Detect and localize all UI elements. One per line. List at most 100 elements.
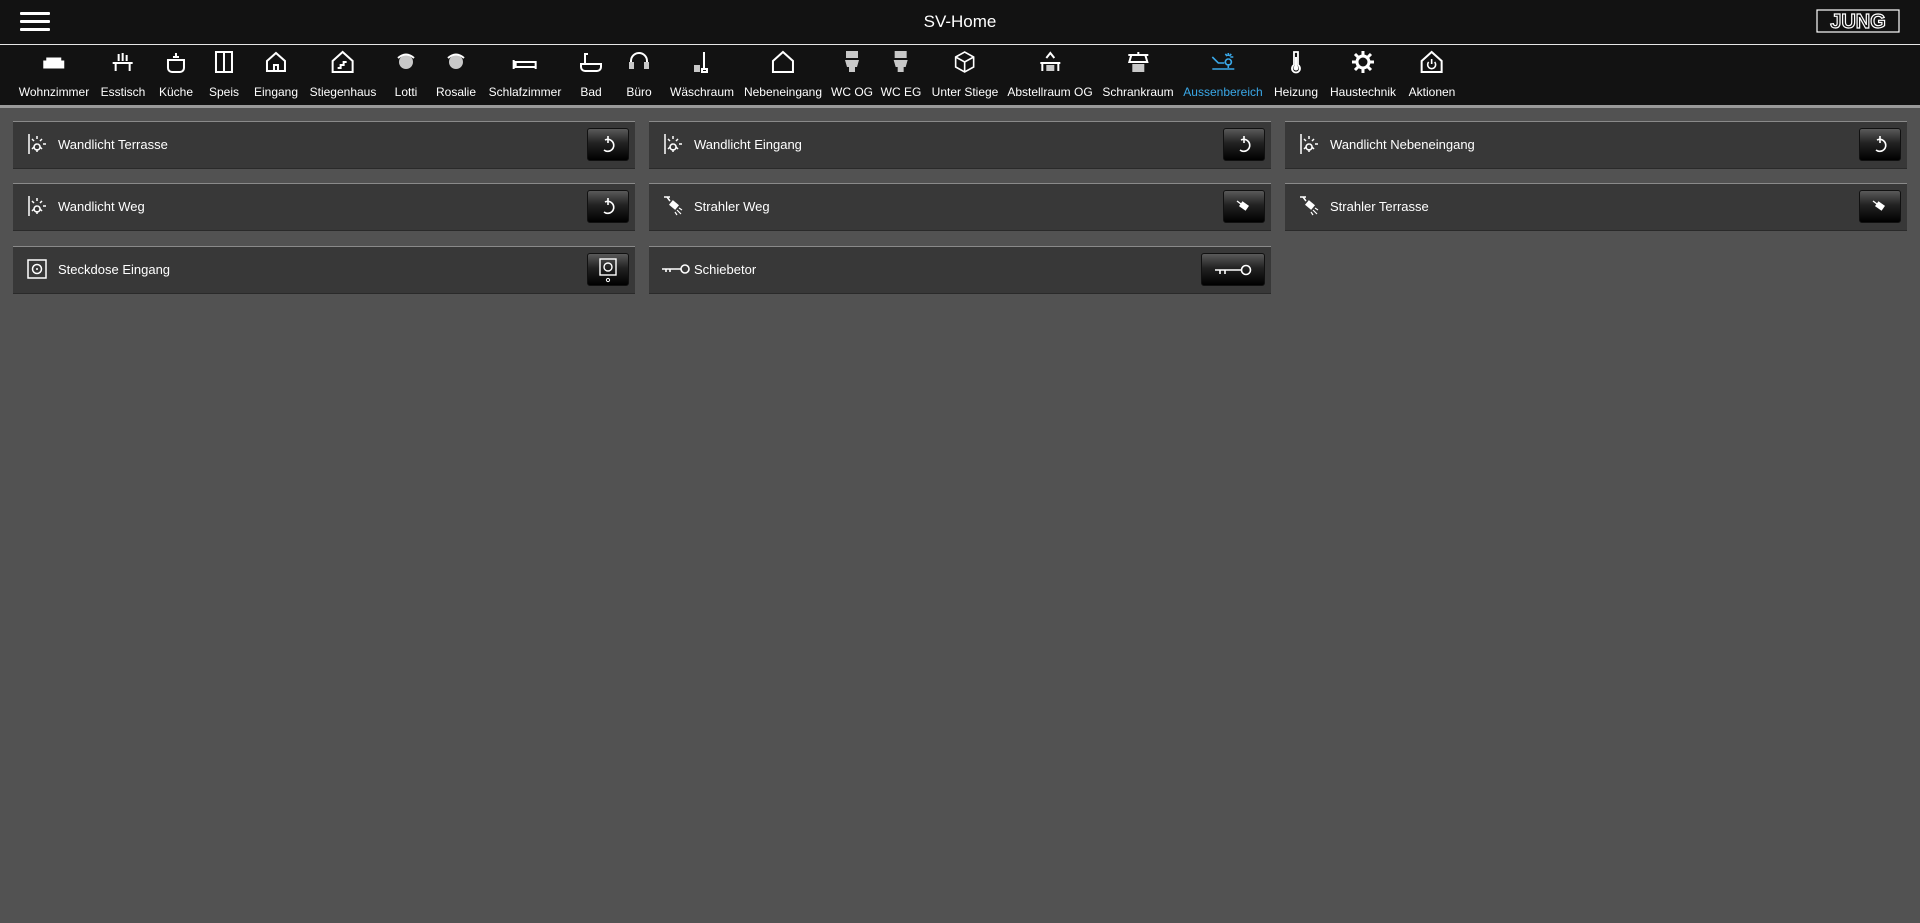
room-tab-unter-stiege[interactable]: Unter Stiege: [931, 45, 999, 105]
room-label: Küche: [158, 85, 194, 99]
nav-divider: [0, 105, 1920, 108]
top-bar: SV-Home JUNG: [0, 0, 1920, 45]
room-tab-wohnzimmer[interactable]: Wohnzimmer: [19, 45, 89, 105]
bathtub-icon: [580, 53, 602, 72]
room-tab-eingang[interactable]: Eingang: [254, 45, 298, 105]
tile-label: Strahler Terrasse: [1330, 199, 1429, 214]
room-tab-abstellraum-og[interactable]: Abstellraum OG: [1007, 45, 1093, 105]
tile-strahler-terrasse[interactable]: Strahler Terrasse: [1285, 183, 1907, 231]
room-label: Wohnzimmer: [18, 85, 90, 99]
room-label: Esstisch: [100, 85, 146, 99]
power-icon: [603, 135, 615, 152]
room-tab-stiegenhaus[interactable]: Stiegenhaus: [309, 45, 377, 105]
tile-label: Wandlicht Eingang: [694, 137, 802, 152]
room-tab-schlafzimmer[interactable]: Schlafzimmer: [488, 45, 562, 105]
svg-text:JUNG: JUNG: [1830, 11, 1886, 33]
room-tab-aktionen[interactable]: Aktionen: [1409, 45, 1455, 105]
room-tab-aussenbereich[interactable]: Aussenbereich: [1183, 45, 1263, 105]
toggle-button[interactable]: [587, 253, 629, 286]
storage-room-icon: [1039, 51, 1060, 71]
headset-icon: [629, 52, 649, 69]
room-label: Haustechnik: [1329, 85, 1397, 99]
room-tab-bad[interactable]: Bad: [578, 45, 604, 105]
socket-icon: [599, 257, 617, 282]
gear-icon: [1351, 51, 1374, 73]
dining-table-icon: [113, 53, 133, 71]
room-navigation: Wohnzimmer Esstisch Küche Speis Eingang …: [0, 45, 1920, 105]
toggle-button[interactable]: [1223, 190, 1265, 223]
wall-light-icon: [664, 134, 682, 154]
power-icon: [603, 197, 615, 214]
spotlight-icon: [1236, 199, 1249, 211]
toggle-button[interactable]: [1223, 128, 1265, 161]
box-icon: [955, 51, 975, 73]
house-icon: [771, 50, 794, 73]
room-label: Aussenbereich: [1183, 85, 1263, 99]
tile-wandlicht-eingang[interactable]: Wandlicht Eingang: [649, 121, 1271, 169]
tile-label: Wandlicht Nebeneingang: [1330, 137, 1475, 152]
wall-light-icon: [28, 134, 46, 154]
room-tab-schrankraum[interactable]: Schrankraum: [1102, 45, 1174, 105]
tile-steckdose-eingang[interactable]: Steckdose Eingang: [13, 246, 635, 294]
wall-light-icon: [28, 196, 46, 216]
room-tab-rosalie[interactable]: Rosalie: [436, 45, 476, 105]
child-face-icon: [397, 53, 415, 69]
room-tab-wc-eg[interactable]: WC EG: [880, 45, 922, 105]
app-title: SV-Home: [923, 12, 997, 31]
room-tab-buero[interactable]: Büro: [626, 45, 652, 105]
room-label: Speis: [208, 85, 240, 99]
tile-wandlicht-weg[interactable]: Wandlicht Weg: [13, 183, 635, 231]
house-stairs-icon: [331, 50, 354, 73]
spotlight-icon: [664, 196, 683, 216]
room-tab-waeschraum[interactable]: Wäschraum: [670, 45, 734, 105]
tile-strahler-weg[interactable]: Strahler Weg: [649, 183, 1271, 231]
room-label: WC EG: [880, 85, 922, 99]
spotlight-icon: [1300, 196, 1319, 216]
room-tab-esstisch[interactable]: Esstisch: [100, 45, 146, 105]
toggle-button[interactable]: [1859, 128, 1901, 161]
gate-button[interactable]: [1201, 253, 1265, 286]
room-tab-heizung[interactable]: Heizung: [1274, 45, 1318, 105]
tile-wandlicht-nebeneingang[interactable]: Wandlicht Nebeneingang: [1285, 121, 1907, 169]
bed-icon: [513, 60, 537, 69]
room-label: Abstellraum OG: [1007, 85, 1093, 99]
toggle-button[interactable]: [587, 190, 629, 223]
spotlight-icon: [1872, 199, 1885, 211]
tile-wandlicht-terrasse[interactable]: Wandlicht Terrasse: [13, 121, 635, 169]
key-icon: [1215, 264, 1252, 275]
tile-schiebetor[interactable]: Schiebetor: [649, 246, 1271, 294]
sofa-icon: [43, 57, 65, 69]
tile-label: Wandlicht Terrasse: [58, 137, 168, 152]
toilet-icon: [893, 51, 908, 72]
toggle-button[interactable]: [1859, 190, 1901, 223]
room-tab-speis[interactable]: Speis: [209, 45, 239, 105]
socket-icon: [27, 259, 47, 279]
room-label: Schrankraum: [1102, 85, 1174, 99]
room-label: WC OG: [831, 85, 873, 99]
room-label: Büro: [626, 85, 652, 99]
room-label: Schlafzimmer: [488, 85, 562, 99]
pantry-door-icon: [215, 51, 233, 73]
tile-label: Strahler Weg: [694, 199, 770, 214]
power-icon: [1239, 135, 1251, 152]
room-label: Lotti: [394, 85, 418, 99]
toggle-button[interactable]: [587, 128, 629, 161]
room-label: Wäschraum: [669, 85, 735, 99]
power-icon: [1875, 135, 1887, 152]
outdoor-light-icon: [1211, 53, 1234, 70]
room-label: Unter Stiege: [931, 85, 999, 99]
vacuum-icon: [693, 52, 708, 73]
key-icon: [662, 264, 690, 274]
room-tab-lotti[interactable]: Lotti: [393, 45, 419, 105]
room-tab-nebeneingang[interactable]: Nebeneingang: [744, 45, 822, 105]
room-label: Stiegenhaus: [309, 85, 377, 99]
house-entrance-icon: [265, 51, 286, 72]
room-label: Bad: [580, 85, 602, 99]
wardrobe-icon: [1127, 52, 1149, 72]
room-tab-wc-og[interactable]: WC OG: [831, 45, 873, 105]
wall-light-icon: [1300, 134, 1318, 154]
room-tab-haustechnik[interactable]: Haustechnik: [1330, 45, 1396, 105]
tile-label: Wandlicht Weg: [58, 199, 145, 214]
house-power-icon: [1420, 50, 1443, 73]
room-tab-kueche[interactable]: Küche: [159, 45, 193, 105]
